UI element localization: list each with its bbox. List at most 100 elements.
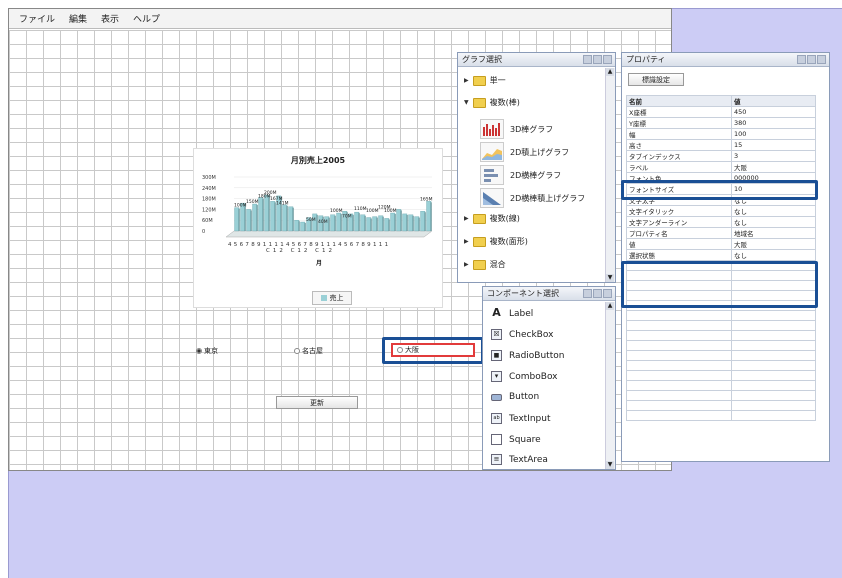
property-row[interactable]: 値大阪 — [626, 238, 816, 250]
expand-arrow-icon[interactable]: ▶ — [464, 77, 469, 84]
textarea-icon: ≡ — [491, 454, 502, 465]
textinput-icon: ab — [491, 413, 502, 424]
component-panel-header[interactable]: コンポーネント選択 — [483, 287, 615, 301]
menu-edit[interactable]: 編集 — [69, 12, 87, 25]
legend-label: 売上 — [329, 294, 344, 302]
property-panel: プロパティ 標識設定 名前 値 X座標 450 Y座標 380 幅 100 高さ 15 タブイン… — [621, 52, 830, 462]
folder-icon — [472, 75, 486, 86]
minimize-icon[interactable] — [583, 55, 592, 64]
property-value-cell[interactable]: 大阪 — [731, 161, 816, 173]
y-tick-label: 120M — [202, 207, 216, 213]
tree-item-3d-bar[interactable]: 3D棒グラフ — [480, 119, 553, 139]
property-row[interactable]: プロパティ名 地域名 — [626, 227, 816, 239]
radio-osaka[interactable]: 大阪 — [391, 343, 475, 357]
property-value-cell[interactable]: 15 — [731, 139, 816, 151]
property-row[interactable]: Y座標 380 — [626, 117, 816, 129]
scroll-up-icon[interactable]: ▲ — [606, 68, 614, 76]
property-name-cell: 値 — [626, 238, 732, 250]
property-row[interactable]: 文字イタリック なし — [626, 205, 816, 217]
expand-arrow-icon[interactable]: ▶ — [464, 215, 469, 222]
property-value-cell[interactable]: なし — [731, 249, 816, 261]
property-value-cell[interactable]: 3 — [731, 150, 816, 162]
bar — [390, 212, 396, 232]
scroll-up-icon[interactable]: ▲ — [606, 302, 614, 310]
menu-help[interactable]: ヘルプ — [133, 12, 160, 25]
graph-panel-scrollbar[interactable]: ▲ ▼ — [605, 68, 615, 282]
bar — [246, 209, 252, 232]
tree-item-2d-hbar[interactable]: 2D横棒グラフ — [480, 165, 561, 185]
tree-item-2d-stacked[interactable]: 2D積上げグラフ — [480, 142, 569, 162]
x-axis-label: 月 — [315, 259, 322, 267]
component-checkbox[interactable]: ☒ CheckBox — [491, 329, 553, 340]
property-row[interactable]: 文字アンダーライン なし — [626, 216, 816, 228]
tree-item-multi-line[interactable]: ▶ 複数(線) — [464, 213, 520, 224]
collapse-arrow-icon[interactable]: ▼ — [464, 99, 469, 106]
minimize-icon[interactable] — [797, 55, 806, 64]
tree-item-2d-hbar-stacked[interactable]: 2D横棒積上げグラフ — [480, 188, 585, 208]
component-combobox[interactable]: ▾ ComboBox — [491, 371, 558, 382]
property-row[interactable]: ラベル 大阪 — [626, 161, 816, 173]
property-table-header: 名前 値 — [626, 95, 816, 107]
empty-cell — [731, 310, 816, 321]
radio-nagoya[interactable]: 名古屋 — [294, 346, 323, 356]
radio-tokyo-dot[interactable] — [196, 348, 202, 354]
menu-file[interactable]: ファイル — [19, 12, 55, 25]
bar-side — [418, 217, 420, 231]
property-row[interactable]: 高さ 15 — [626, 139, 816, 151]
component-textinput[interactable]: ab TextInput — [491, 413, 551, 424]
scroll-down-icon[interactable]: ▼ — [606, 461, 614, 469]
component-button[interactable]: Button — [491, 392, 539, 402]
y-tick-label: 180M — [202, 197, 216, 203]
radio-osaka-dot[interactable] — [397, 347, 403, 353]
restore-icon[interactable] — [807, 55, 816, 64]
label-settings-button[interactable]: 標識設定 — [628, 73, 684, 86]
component-radiobutton[interactable]: ■ RadioButton — [491, 350, 564, 361]
menu-view[interactable]: 表示 — [101, 12, 119, 25]
radio-tokyo[interactable]: 東京 — [196, 346, 218, 356]
chart-widget[interactable]: 月別売上2005 300M 240M 180M 120M 60M 0 100M 150M 180… — [193, 148, 443, 308]
property-row[interactable]: X座標 450 — [626, 106, 816, 118]
update-button[interactable]: 更新 — [276, 396, 358, 409]
square-icon — [491, 434, 502, 445]
bar — [270, 201, 276, 232]
tree-item-mixed[interactable]: ▶ 混合 — [464, 259, 506, 270]
bar-chart-3d-icon — [480, 119, 504, 139]
property-value-cell[interactable]: 地域名 — [731, 227, 816, 239]
restore-icon[interactable] — [593, 55, 602, 64]
component-square[interactable]: Square — [491, 434, 541, 445]
empty-cell — [626, 340, 732, 351]
data-label: 150M — [246, 199, 259, 205]
property-name-cell: 文字アンダーライン — [626, 216, 732, 228]
expand-arrow-icon[interactable]: ▶ — [464, 261, 469, 268]
property-row[interactable]: 幅 100 — [626, 128, 816, 140]
component-panel-scrollbar[interactable]: ▲ ▼ — [605, 302, 615, 469]
property-value-cell[interactable]: なし — [731, 205, 816, 217]
component-label[interactable]: A Label — [491, 307, 533, 319]
property-value-cell[interactable]: 100 — [731, 128, 816, 140]
horizontal-bar-icon — [480, 165, 504, 185]
restore-icon[interactable] — [593, 289, 602, 298]
close-icon[interactable] — [603, 289, 612, 298]
scroll-down-icon[interactable]: ▼ — [606, 274, 614, 282]
close-icon[interactable] — [603, 55, 612, 64]
tree-item-single[interactable]: ▶ 単一 — [464, 75, 506, 86]
bar-side — [370, 218, 372, 231]
property-value-cell[interactable]: なし — [731, 216, 816, 228]
property-value-cell[interactable]: 380 — [731, 117, 816, 129]
property-panel-header[interactable]: プロパティ — [622, 53, 829, 67]
property-row[interactable]: タブインデックス 3 — [626, 150, 816, 162]
radio-nagoya-dot[interactable] — [294, 348, 300, 354]
tree-item-multi-area[interactable]: ▶ 複数(面形) — [464, 236, 528, 247]
property-value-cell[interactable]: 450 — [731, 106, 816, 118]
property-row[interactable]: 選択状態 なし — [626, 249, 816, 261]
close-icon[interactable] — [817, 55, 826, 64]
empty-cell — [731, 390, 816, 401]
expand-arrow-icon[interactable]: ▶ — [464, 238, 469, 245]
column-value-header: 値 — [731, 95, 816, 107]
minimize-icon[interactable] — [583, 289, 592, 298]
graph-select-panel: グラフ選択 ▶ 単一 ▼ 複数(棒) 3D棒グラフ 2D積上げグラフ 2D横棒グラフ… — [457, 52, 616, 283]
property-value-cell[interactable]: 大阪 — [731, 238, 816, 250]
component-textarea[interactable]: ≡ TextArea — [491, 454, 548, 465]
graph-panel-header[interactable]: グラフ選択 — [458, 53, 615, 67]
tree-item-multi-bar[interactable]: ▼ 複数(棒) — [464, 97, 520, 108]
